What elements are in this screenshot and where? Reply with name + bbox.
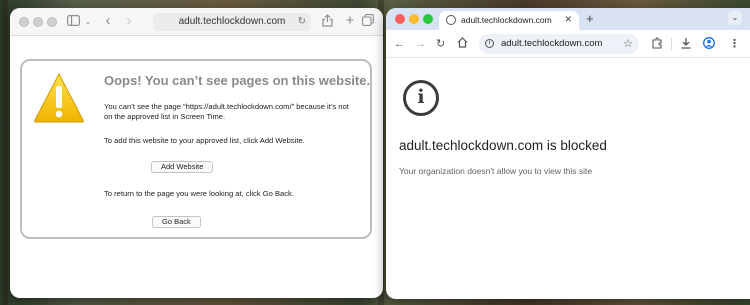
screen-time-block-panel: Oops! You can’t see pages on this websit…: [20, 59, 372, 239]
back-icon[interactable]: ‹: [102, 13, 114, 30]
forward-icon[interactable]: →: [415, 37, 426, 51]
tabs-overview-icon[interactable]: [362, 14, 374, 30]
back-icon[interactable]: ←: [394, 37, 405, 51]
toolbar-divider: [671, 38, 672, 51]
tab-title: adult.techlockdown.com: [461, 15, 552, 25]
reload-icon[interactable]: ↻: [436, 37, 445, 51]
globe-icon: [446, 15, 456, 25]
zoom-window-button[interactable]: [423, 14, 433, 24]
home-icon[interactable]: [457, 37, 468, 52]
address-bar[interactable]: adult.techlockdown.com ↻: [153, 13, 311, 31]
go-back-instruction: To return to the page you were looking a…: [104, 189, 294, 198]
chevron-down-icon[interactable]: ⌄: [84, 14, 92, 30]
tab-active[interactable]: adult.techlockdown.com ✕: [439, 11, 579, 30]
block-title: Oops! You can’t see pages on this websit…: [104, 73, 371, 88]
minimize-window-button[interactable]: [33, 17, 43, 27]
blocked-title: adult.techlockdown.com is blocked: [399, 138, 607, 153]
background-tree-trunk: [2, 0, 8, 305]
zoom-window-button[interactable]: [47, 17, 57, 27]
url-text: adult.techlockdown.com: [178, 16, 286, 27]
minimize-window-button[interactable]: [409, 14, 419, 24]
close-icon[interactable]: ✕: [564, 14, 572, 25]
close-window-button[interactable]: [395, 14, 405, 24]
forward-icon[interactable]: ›: [123, 13, 135, 30]
new-tab-icon[interactable]: +: [344, 13, 356, 30]
warning-icon: [34, 72, 84, 123]
block-message: You can’t see the page “https://adult.te…: [104, 102, 349, 121]
tab-strip: adult.techlockdown.com ✕ + ⌄: [386, 8, 750, 30]
close-window-button[interactable]: [19, 17, 29, 27]
add-website-button[interactable]: Add Website: [151, 161, 214, 173]
profile-icon[interactable]: [703, 37, 715, 53]
reload-icon[interactable]: ↻: [298, 13, 306, 31]
safari-toolbar: ⌄ ‹ › adult.techlockdown.com ↻ +: [10, 8, 383, 36]
go-back-button[interactable]: Go Back: [152, 216, 201, 228]
safari-window: ⌄ ‹ › adult.techlockdown.com ↻ + Oops! Y…: [10, 8, 383, 298]
blocked-info-icon: i: [403, 80, 439, 116]
omnibox[interactable]: i adult.techlockdown.com ☆: [479, 34, 639, 54]
tab-search-icon[interactable]: ⌄: [728, 11, 742, 25]
new-tab-icon[interactable]: +: [586, 11, 594, 26]
info-icon[interactable]: i: [485, 39, 494, 48]
star-icon[interactable]: ☆: [623, 37, 633, 50]
extensions-icon[interactable]: [651, 37, 663, 53]
add-website-instruction: To add this website to your approved lis…: [104, 136, 305, 145]
omnibox-url: adult.techlockdown.com: [501, 38, 603, 49]
download-icon[interactable]: [680, 37, 692, 53]
chrome-window: adult.techlockdown.com ✕ + ⌄ ← → ↻ i adu…: [386, 8, 750, 299]
share-icon[interactable]: [321, 14, 333, 30]
blocked-message: Your organization doesn't allow you to v…: [399, 166, 593, 176]
chrome-toolbar: ← → ↻ i adult.techlockdown.com ☆ ⋮: [386, 30, 750, 58]
menu-icon[interactable]: ⋮: [729, 37, 740, 51]
sidebar-icon[interactable]: [66, 14, 80, 30]
